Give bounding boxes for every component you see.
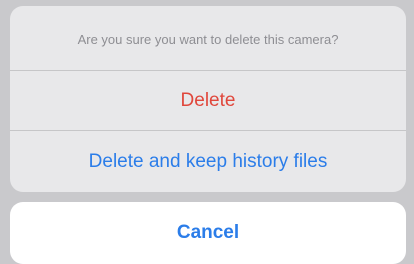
delete-keep-history-button[interactable]: Delete and keep history files (10, 131, 406, 192)
cancel-button[interactable]: Cancel (10, 202, 406, 264)
action-sheet: Are you sure you want to delete this cam… (10, 6, 406, 192)
action-sheet-message: Are you sure you want to delete this cam… (10, 6, 406, 71)
delete-button[interactable]: Delete (10, 71, 406, 131)
